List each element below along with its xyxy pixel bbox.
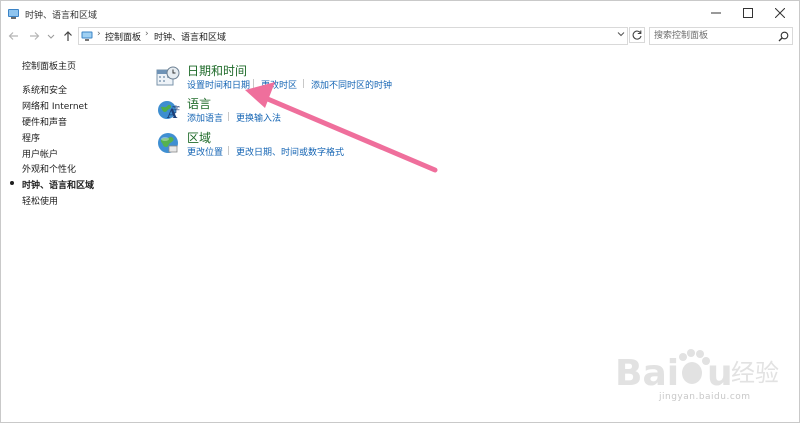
svg-text:Bai: Bai — [615, 353, 679, 394]
control-panel-window: 时钟、语言和区域 › 控制面板 › 时钟、语言和区域 搜索控制面板 控制面板主页… — [0, 0, 800, 423]
svg-text:经验: 经验 — [731, 359, 779, 387]
watermark-url: jingyan.baidu.com — [659, 392, 751, 402]
svg-text:u: u — [707, 353, 733, 394]
